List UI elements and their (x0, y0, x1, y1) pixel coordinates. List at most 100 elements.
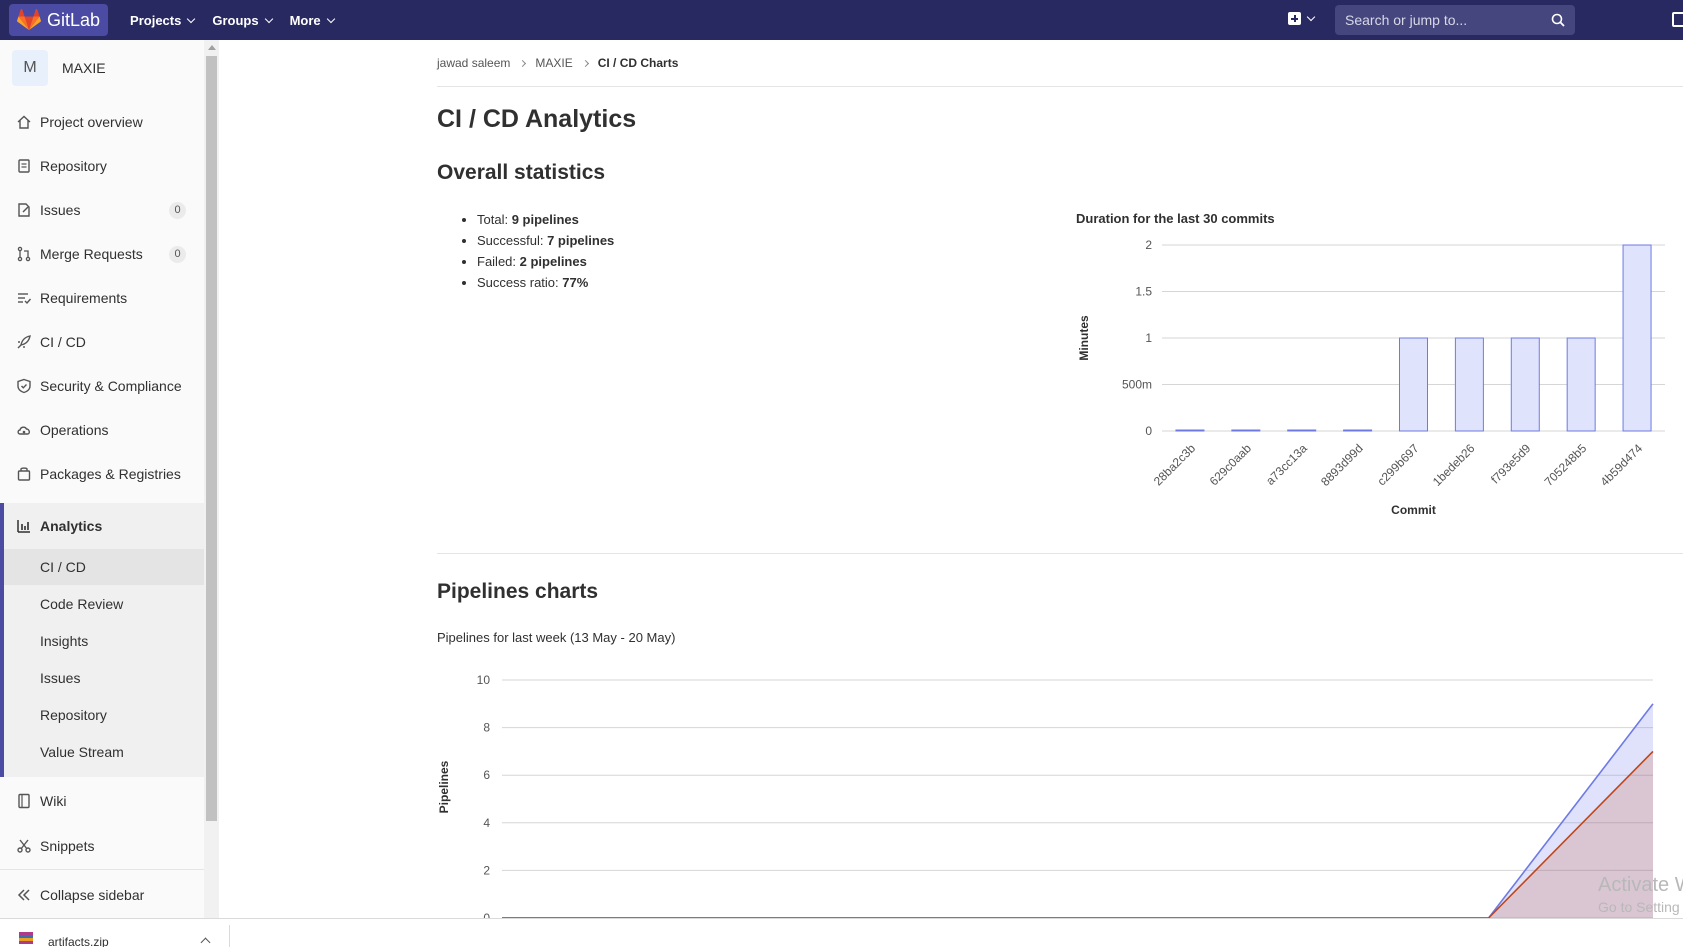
sidebar-project-header[interactable]: M MAXIE (12, 50, 106, 86)
y-axis-label: Minutes (1077, 315, 1091, 361)
sidebar-item-issues[interactable]: Issues 0 (0, 190, 204, 230)
nav-more[interactable]: More (289, 12, 335, 28)
stat-label: Success ratio: (477, 275, 563, 290)
sidebar-subitem-label: Value Stream (40, 744, 124, 760)
nav-groups[interactable]: Groups (212, 13, 273, 28)
sidebar-subitem-ci-cd[interactable]: CI / CD (4, 549, 204, 585)
sidebar-item-snippets[interactable]: Snippets (0, 826, 204, 866)
top-navbar: GitLab Projects Groups More (0, 0, 1683, 40)
duration-chart-title: Duration for the last 30 commits (1076, 211, 1275, 226)
sidebar-subitem-code-review[interactable]: Code Review (0, 586, 204, 622)
search-input[interactable] (1345, 12, 1535, 28)
sidebar-subitem-label: Issues (40, 670, 81, 686)
sidebar-item-operations[interactable]: Operations (0, 410, 204, 450)
sidebar-item-label: Packages & Registries (40, 466, 181, 482)
sidebar-item-security-compliance[interactable]: Security & Compliance (0, 366, 204, 406)
y-tick-label: 500m (1122, 378, 1152, 392)
issues-icon (16, 202, 32, 218)
sidebar-subitem-label: Repository (40, 707, 107, 723)
sidebar-item-label: Repository (40, 158, 107, 174)
sidebar-subitem-issues[interactable]: Issues (0, 660, 204, 696)
scissors-icon (16, 838, 32, 854)
scroll-up-arrow-icon[interactable] (208, 45, 216, 50)
sidebar-item-label: Analytics (40, 518, 103, 534)
sidebar-item-wiki[interactable]: Wiki (0, 781, 204, 821)
project-name: MAXIE (62, 60, 106, 76)
sidebar-subitem-repository[interactable]: Repository (0, 697, 204, 733)
sidebar-item-label: Requirements (40, 290, 128, 306)
gitlab-logo[interactable]: GitLab (9, 4, 109, 36)
stat-total: Total: 9 pipelines (477, 211, 614, 232)
archive-file-icon (19, 932, 33, 944)
project-avatar: M (12, 50, 48, 86)
y-tick-label: 0 (483, 911, 490, 918)
x-tick-label: 8893d99d (1318, 441, 1366, 489)
chevron-up-icon[interactable] (200, 937, 211, 947)
bar (1510, 337, 1540, 432)
sidebar-item-ci-cd[interactable]: CI / CD (0, 322, 204, 362)
breadcrumb-current[interactable]: CI / CD Charts (598, 56, 679, 70)
sidebar-toggle-icon[interactable] (1672, 12, 1683, 27)
bar (1231, 429, 1261, 432)
sidebar-scrollbar-thumb[interactable] (206, 56, 217, 821)
rocket-icon (16, 334, 32, 350)
overall-stats-list: Total: 9 pipelines Successful: 7 pipelin… (477, 211, 614, 295)
cloud-gear-icon (16, 422, 32, 438)
sidebar-item-label: CI / CD (40, 334, 86, 350)
stat-label: Total: (477, 212, 512, 227)
sidebar-item-label: Wiki (40, 793, 67, 809)
sidebar-item-requirements[interactable]: Requirements (0, 278, 204, 318)
sidebar-item-packages-registries[interactable]: Packages & Registries (0, 454, 204, 494)
sidebar-item-label: Merge Requests (40, 246, 143, 262)
nav-more-label: More (289, 12, 321, 28)
search-box (1335, 5, 1575, 35)
x-tick-label: 28ba2c3b (1151, 441, 1198, 488)
download-filename[interactable]: artifacts.zip (48, 935, 109, 947)
breadcrumb-user[interactable]: jawad saleem (437, 56, 510, 70)
sidebar-item-merge-requests[interactable]: Merge Requests 0 (0, 234, 204, 274)
sidebar-item-repository[interactable]: Repository (0, 146, 204, 186)
stat-label: Failed: (477, 254, 520, 269)
nav-projects[interactable]: Projects (130, 13, 196, 28)
bar (1287, 429, 1317, 432)
overall-statistics-heading: Overall statistics (437, 161, 606, 184)
sidebar-subitem-insights[interactable]: Insights (0, 623, 204, 659)
x-tick-label: 629c0aab (1207, 441, 1254, 488)
stat-value: 77% (562, 275, 589, 290)
series-area (502, 751, 1653, 918)
series-line (502, 703, 1654, 918)
stat-successful: Successful: 7 pipelines (477, 232, 614, 253)
sidebar-subitem-value-stream[interactable]: Value Stream (0, 734, 204, 770)
chevron-down-icon (326, 14, 335, 23)
week-chart-title: Pipelines for last week (13 May - 20 May… (437, 630, 676, 645)
sidebar-item-label: Security & Compliance (40, 378, 182, 394)
pipelines-charts-heading: Pipelines charts (437, 580, 599, 603)
sidebar-subitem-label: Code Review (40, 596, 124, 612)
duration-bar-chart: 0 500m 1 1.5 2 28ba2c3b 629c0aab a73cc13a 8893d9… (1077, 238, 1665, 517)
y-tick-label: 1.5 (1135, 285, 1152, 299)
issues-count-badge: 0 (169, 201, 186, 219)
requirements-icon (16, 290, 32, 306)
activation-watermark-sub: Go to Setting (1598, 899, 1680, 915)
bar (1622, 244, 1652, 432)
chevron-down-icon (264, 14, 273, 23)
breadcrumb: jawad saleem MAXIE CI / CD Charts (437, 56, 678, 70)
section-divider (437, 553, 1683, 554)
chevron-down-icon (187, 14, 196, 23)
chart-icon (16, 518, 32, 534)
x-axis-label: Commit (1391, 503, 1436, 517)
book-icon (16, 793, 32, 809)
sidebar-item-project-overview[interactable]: Project overview (0, 102, 204, 142)
sidebar-item-label: Project overview (40, 114, 143, 130)
new-item-dropdown[interactable] (1288, 12, 1316, 25)
sidebar-item-analytics[interactable]: Analytics (0, 506, 204, 546)
double-chevron-left-icon (16, 887, 32, 903)
x-tick-label: f793e5d9 (1488, 441, 1534, 487)
x-tick-label: 1bedeb26 (1430, 441, 1478, 489)
sidebar-item-label: Operations (40, 422, 109, 438)
collapse-sidebar-button[interactable]: Collapse sidebar (0, 875, 204, 915)
pipelines-area-chart: 0 2 4 6 8 10 Pipelines (437, 673, 1654, 918)
breadcrumb-project[interactable]: MAXIE (535, 56, 572, 70)
header-divider (437, 86, 1683, 87)
search-icon[interactable] (1551, 13, 1565, 27)
